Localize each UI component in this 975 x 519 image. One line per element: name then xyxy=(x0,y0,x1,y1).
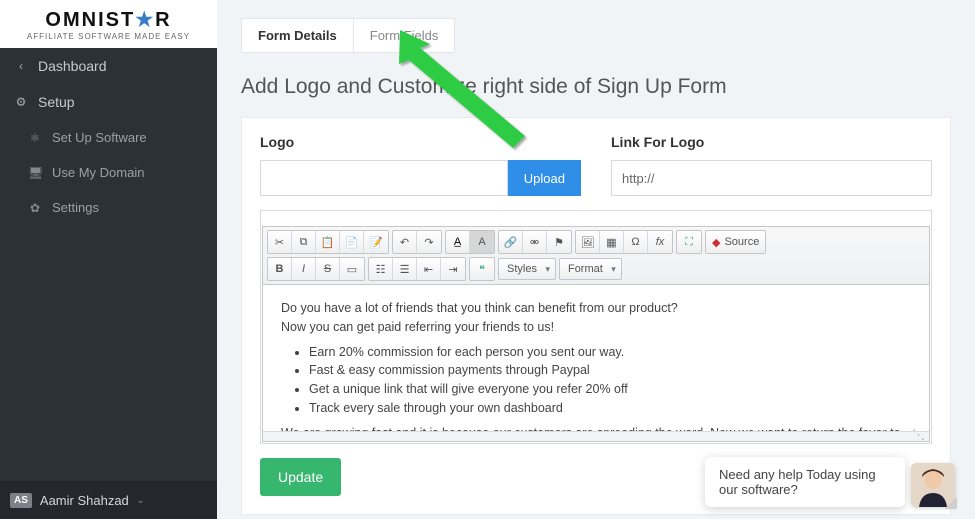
editor-paragraph: Do you have a lot of friends that you th… xyxy=(281,299,911,318)
fx-icon[interactable]: fx xyxy=(648,231,672,253)
main-area: Form Details Form Fields Add Logo and Cu… xyxy=(217,0,975,519)
editor-bullet: Track every sale through your own dashbo… xyxy=(309,399,911,418)
richtext-editor: ✂ ⧉ 📋 📄 📝 ↶ ↷ A̲ A xyxy=(260,210,932,444)
paste-text-icon[interactable]: 📄 xyxy=(340,231,364,253)
strike-icon[interactable]: S xyxy=(316,258,340,280)
help-bubble[interactable]: Need any help Today using our software? xyxy=(705,457,905,507)
settings-icon: ✿ xyxy=(28,201,42,215)
italic-icon[interactable]: I xyxy=(292,258,316,280)
brand-text-r: R xyxy=(155,9,171,31)
upload-button[interactable]: Upload xyxy=(508,160,581,196)
brand-text: OMNIST xyxy=(45,9,135,31)
removeformat-icon[interactable]: ▭ xyxy=(340,258,364,280)
sidebar-item-settings[interactable]: ✿ Settings xyxy=(0,190,217,225)
bold-icon[interactable]: B xyxy=(268,258,292,280)
sidebar: OMNIST★R AFFILIATE SOFTWARE MADE EASY ‹ … xyxy=(0,0,217,519)
tab-label: Form Details xyxy=(258,28,337,43)
sidebar-item-label: Use My Domain xyxy=(52,165,144,180)
select-label: Format xyxy=(568,263,603,275)
copy-icon[interactable]: ⧉ xyxy=(292,231,316,253)
logo-file-input[interactable] xyxy=(260,160,508,196)
tab-form-fields[interactable]: Form Fields xyxy=(353,18,456,53)
link-input[interactable] xyxy=(611,160,932,196)
image-icon[interactable]: 🖼 xyxy=(576,231,600,253)
cut-icon[interactable]: ✂ xyxy=(268,231,292,253)
unlink-icon[interactable]: ⚮ xyxy=(523,231,547,253)
brand-logo: OMNIST★R AFFILIATE SOFTWARE MADE EASY xyxy=(0,0,217,48)
styles-select[interactable]: Styles xyxy=(498,258,556,280)
button-label: Source xyxy=(724,236,759,248)
undo-icon[interactable]: ↶ xyxy=(393,231,417,253)
resize-corner-icon xyxy=(945,497,957,509)
editor-bullets: Earn 20% commission for each person you … xyxy=(309,343,911,418)
text-color-icon[interactable]: A̲ xyxy=(446,231,470,253)
sidebar-item-setup-software[interactable]: ⚛ Set Up Software xyxy=(0,120,217,155)
bullet-list-icon[interactable]: ☰ xyxy=(393,258,417,280)
help-message: Need any help Today using our software? xyxy=(719,467,876,497)
sidebar-item-dashboard[interactable]: ‹ Dashboard xyxy=(0,48,217,84)
paste-icon[interactable]: 📋 xyxy=(316,231,340,253)
redo-icon[interactable]: ↷ xyxy=(417,231,441,253)
tabs: Form Details Form Fields xyxy=(241,18,951,53)
help-widget[interactable]: Need any help Today using our software? xyxy=(705,457,955,507)
editor-bullet: Earn 20% commission for each person you … xyxy=(309,343,911,362)
update-button[interactable]: Update xyxy=(260,458,341,496)
monitor-icon: 🖥 xyxy=(28,166,42,180)
editor-paragraph: We are growing fast and it is because ou… xyxy=(281,424,911,432)
editor-body[interactable]: Do you have a lot of friends that you th… xyxy=(263,285,929,431)
select-label: Styles xyxy=(507,263,537,275)
page-title: Add Logo and Customize right side of Sig… xyxy=(241,75,951,99)
blockquote-icon[interactable]: ❝ xyxy=(470,258,494,280)
brand-tagline: AFFILIATE SOFTWARE MADE EASY xyxy=(27,32,190,41)
outdent-icon[interactable]: ⇤ xyxy=(417,258,441,280)
user-initials-badge: AS xyxy=(10,493,32,508)
logo-label: Logo xyxy=(260,134,581,150)
sidebar-item-setup[interactable]: ⚙ Setup xyxy=(0,84,217,120)
tab-form-details[interactable]: Form Details xyxy=(241,18,353,53)
form-card: Logo Upload Link For Logo ✂ xyxy=(241,117,951,515)
source-button[interactable]: ◆Source xyxy=(706,231,765,253)
editor-bullet: Get a unique link that will give everyon… xyxy=(309,380,911,399)
format-select[interactable]: Format xyxy=(559,258,622,280)
sidebar-submenu: ⚛ Set Up Software 🖥 Use My Domain ✿ Sett… xyxy=(0,120,217,225)
button-label: Update xyxy=(278,469,323,485)
sidebar-item-use-domain[interactable]: 🖥 Use My Domain xyxy=(0,155,217,190)
sidebar-item-label: Set Up Software xyxy=(52,130,147,145)
editor-toolbar: ✂ ⧉ 📋 📄 📝 ↶ ↷ A̲ A xyxy=(263,227,929,285)
anchor-icon[interactable]: ⚑ xyxy=(547,231,571,253)
user-name: Aamir Shahzad xyxy=(40,493,129,508)
indent-icon[interactable]: ⇥ xyxy=(441,258,465,280)
button-label: Upload xyxy=(524,171,565,186)
star-icon: ★ xyxy=(135,9,155,31)
chevron-left-icon: ‹ xyxy=(14,59,28,73)
link-icon[interactable]: 🔗 xyxy=(499,231,523,253)
tab-label: Form Fields xyxy=(370,28,439,43)
sidebar-item-label: Setup xyxy=(38,94,75,110)
editor-resize-handle[interactable] xyxy=(263,431,929,441)
numbered-list-icon[interactable]: ☷ xyxy=(369,258,393,280)
table-icon[interactable]: ▦ xyxy=(600,231,624,253)
paste-word-icon[interactable]: 📝 xyxy=(364,231,388,253)
sidebar-nav: ‹ Dashboard ⚙ Setup ⚛ Set Up Software 🖥 … xyxy=(0,48,217,481)
chevron-down-icon: ⌄ xyxy=(137,495,145,506)
user-bar[interactable]: AS Aamir Shahzad ⌄ xyxy=(0,481,217,519)
link-label: Link For Logo xyxy=(611,134,932,150)
sidebar-item-label: Dashboard xyxy=(38,58,107,74)
bg-color-icon[interactable]: A xyxy=(470,231,494,253)
gear-icon: ⚙ xyxy=(14,95,28,109)
sidebar-item-label: Settings xyxy=(52,200,99,215)
specialchar-icon[interactable]: Ω xyxy=(624,231,648,253)
cog-icon: ⚛ xyxy=(28,131,42,145)
editor-bullet: Fast & easy commission payments through … xyxy=(309,361,911,380)
editor-paragraph: Now you can get paid referring your frie… xyxy=(281,318,911,337)
maximize-icon[interactable]: ⛶ xyxy=(677,231,701,253)
